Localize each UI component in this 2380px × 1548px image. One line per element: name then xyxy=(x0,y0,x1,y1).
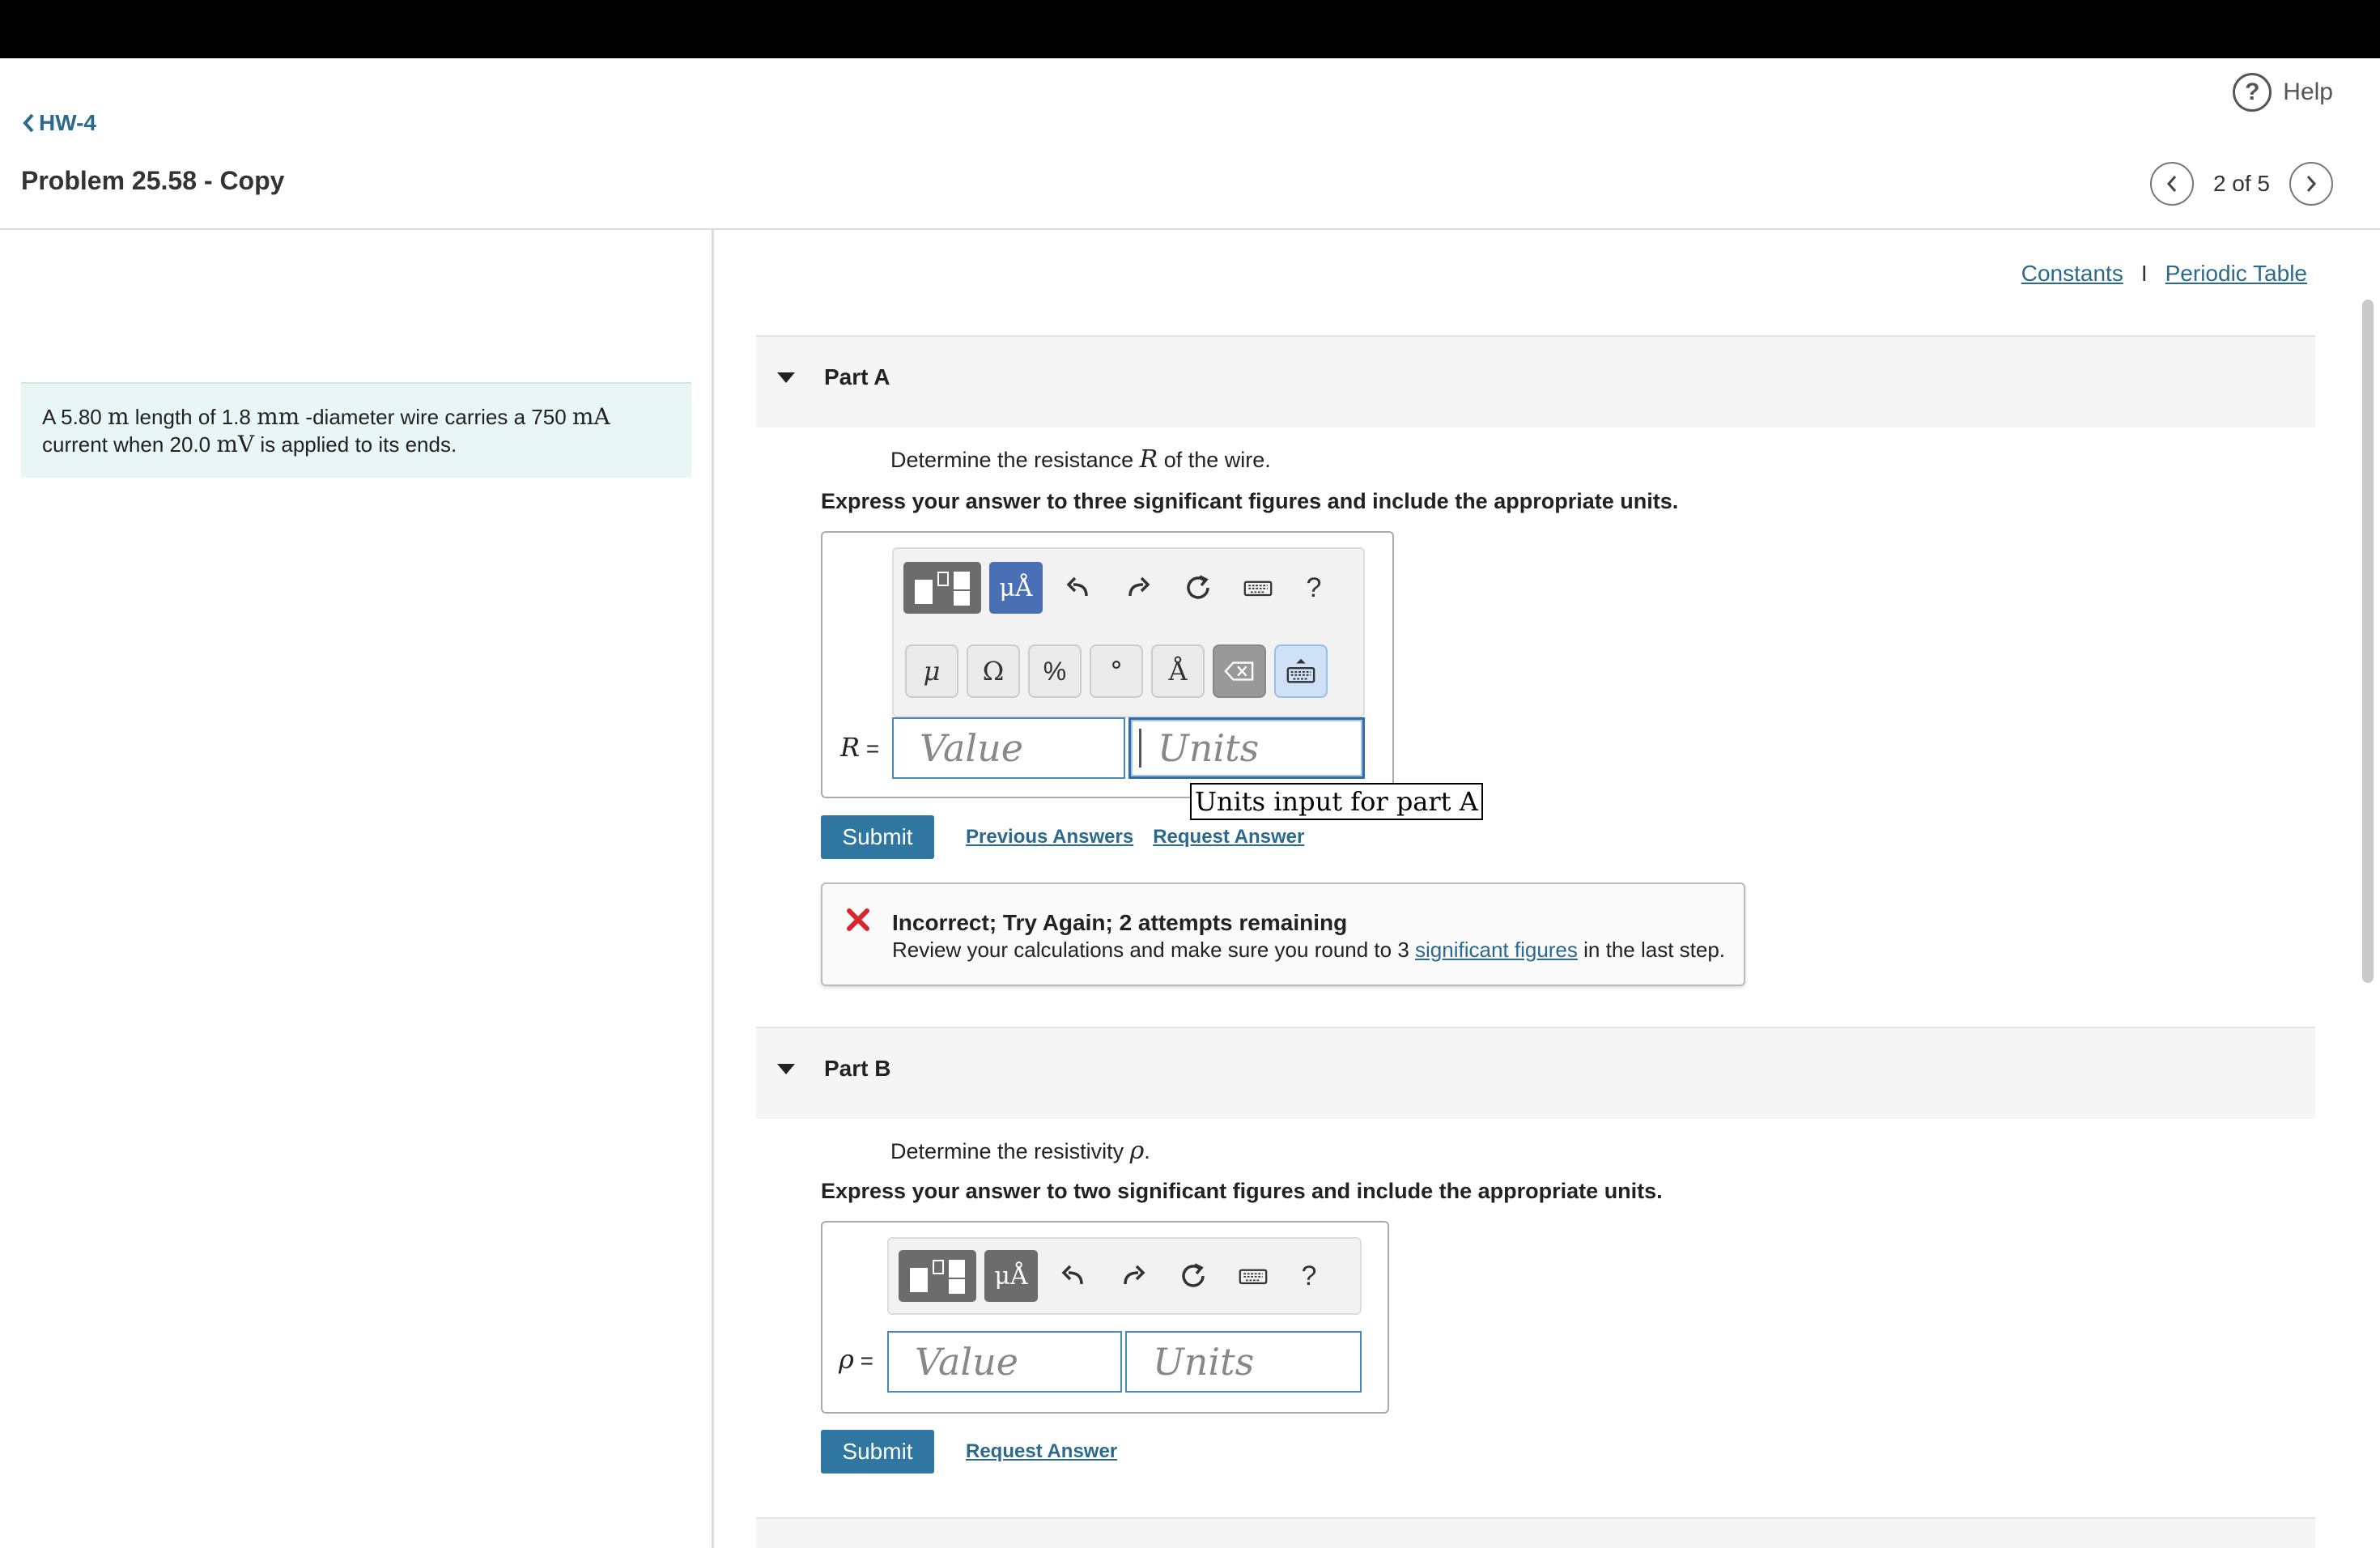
part-b-value-input[interactable]: Value xyxy=(887,1331,1122,1393)
problem-line-1: A 5.80 m length of 1.8 mm -diameter wire… xyxy=(42,403,610,430)
part-b-variable-label: ρ = xyxy=(839,1344,873,1375)
part-a-value-input[interactable]: Value xyxy=(892,717,1125,779)
part-a-variable-label: R = xyxy=(840,732,880,763)
undo-icon[interactable] xyxy=(1054,562,1103,614)
back-link-hw4[interactable]: HW-4 xyxy=(21,110,96,136)
help-button[interactable]: ? Help xyxy=(2233,73,2333,112)
units-input-tooltip: Units input for part A xyxy=(1190,783,1483,820)
previous-item-button[interactable] xyxy=(2149,162,2194,206)
part-a-math-toolbar: μÅ ? μ Ω % ° Å xyxy=(892,547,1365,717)
part-b-answer-box: μÅ ? ρ = Value Units xyxy=(821,1221,1389,1414)
help-icon: ? xyxy=(2233,73,2272,112)
problem-statement: A 5.80 m length of 1.8 mm -diameter wire… xyxy=(21,382,691,478)
feedback-message: Review your calculations and make sure y… xyxy=(892,938,1726,962)
degree-symbol-button[interactable]: ° xyxy=(1090,644,1143,698)
part-b-label: Part B xyxy=(824,1056,891,1081)
chevron-left-icon xyxy=(23,113,34,133)
feedback-title: Incorrect; Try Again; 2 attempts remaini… xyxy=(892,910,1348,935)
error-x-icon xyxy=(847,908,869,931)
header-divider xyxy=(0,228,2380,230)
part-a-label: Part A xyxy=(824,364,890,389)
part-a-request-answer-link[interactable]: Request Answer xyxy=(1153,826,1304,848)
chevron-left-icon xyxy=(2166,176,2177,192)
part-b-request-answer-link[interactable]: Request Answer xyxy=(966,1440,1117,1463)
periodic-table-link[interactable]: Periodic Table xyxy=(2165,261,2307,287)
part-b-math-toolbar: μÅ ? xyxy=(887,1237,1362,1315)
keyboard-icon[interactable] xyxy=(1234,562,1282,614)
toolbar-help-icon[interactable]: ? xyxy=(1294,562,1334,614)
units-palette-button[interactable]: μÅ xyxy=(989,562,1043,614)
part-b-instruction: Express your answer to two significant f… xyxy=(821,1179,1663,1203)
collapse-triangle-icon xyxy=(777,1064,795,1074)
help-label: Help xyxy=(2283,79,2333,105)
keyboard-icon[interactable] xyxy=(1229,1250,1277,1302)
scrollbar-thumb[interactable] xyxy=(2362,300,2374,983)
omega-symbol-button[interactable]: Ω xyxy=(967,644,1020,698)
pager: 2 of 5 xyxy=(2149,162,2333,206)
reset-icon[interactable] xyxy=(1174,562,1222,614)
redo-icon[interactable] xyxy=(1109,1250,1158,1302)
angstrom-symbol-button[interactable]: Å xyxy=(1151,644,1205,698)
undo-icon[interactable] xyxy=(1049,1250,1098,1302)
part-b-units-input[interactable]: Units xyxy=(1125,1331,1362,1393)
next-item-button[interactable] xyxy=(2289,162,2333,206)
pager-text: 2 of 5 xyxy=(2212,171,2270,196)
part-a-instruction: Express your answer to three significant… xyxy=(821,489,1679,513)
part-a-question: Determine the resistance R of the wire. xyxy=(890,445,1271,474)
templates-button[interactable] xyxy=(903,562,981,614)
backspace-button[interactable] xyxy=(1213,644,1266,698)
column-divider xyxy=(712,230,714,1548)
part-a-answer-box: μÅ ? μ Ω % ° Å R = Value Units xyxy=(821,531,1394,798)
link-separator: I xyxy=(2140,261,2148,286)
part-a-submit-button[interactable]: Submit xyxy=(821,815,934,859)
part-b-submit-button[interactable]: Submit xyxy=(821,1430,934,1474)
collapse-triangle-icon xyxy=(777,372,795,383)
backspace-icon xyxy=(1224,661,1254,681)
page-title: Problem 25.58 - Copy xyxy=(21,166,285,195)
significant-figures-link[interactable]: significant figures xyxy=(1415,938,1578,962)
part-a-units-input[interactable]: Units xyxy=(1128,717,1365,779)
percent-symbol-button[interactable]: % xyxy=(1028,644,1082,698)
part-b-links: Request Answer xyxy=(966,1440,1117,1463)
part-b-question: Determine the resistivity ρ. xyxy=(890,1137,1150,1165)
constants-link[interactable]: Constants xyxy=(2021,261,2123,287)
show-keyboard-button[interactable] xyxy=(1274,644,1328,698)
keyboard-toggle-icon xyxy=(1286,658,1315,683)
resource-links: Constants I Periodic Table xyxy=(2021,261,2307,287)
redo-icon[interactable] xyxy=(1114,562,1162,614)
browser-top-bar xyxy=(0,0,2380,58)
part-a-header[interactable]: Part A xyxy=(756,335,2315,427)
part-b-header[interactable]: Part B xyxy=(756,1027,2315,1119)
templates-button[interactable] xyxy=(899,1250,976,1302)
part-a-links: Previous Answers Request Answer xyxy=(966,826,1304,848)
previous-answers-link[interactable]: Previous Answers xyxy=(966,826,1133,848)
part-c-header[interactable] xyxy=(756,1517,2315,1548)
chevron-right-icon xyxy=(2306,176,2317,192)
text-caret xyxy=(1139,729,1141,768)
reset-icon[interactable] xyxy=(1169,1250,1218,1302)
units-palette-button[interactable]: μÅ xyxy=(984,1250,1038,1302)
part-a-feedback: Incorrect; Try Again; 2 attempts remaini… xyxy=(821,882,1745,986)
mu-symbol-button[interactable]: μ xyxy=(905,644,958,698)
back-link-label: HW-4 xyxy=(39,110,96,135)
toolbar-help-icon[interactable]: ? xyxy=(1289,1250,1329,1302)
problem-line-2: current when 20.0 mV is applied to its e… xyxy=(42,431,457,457)
